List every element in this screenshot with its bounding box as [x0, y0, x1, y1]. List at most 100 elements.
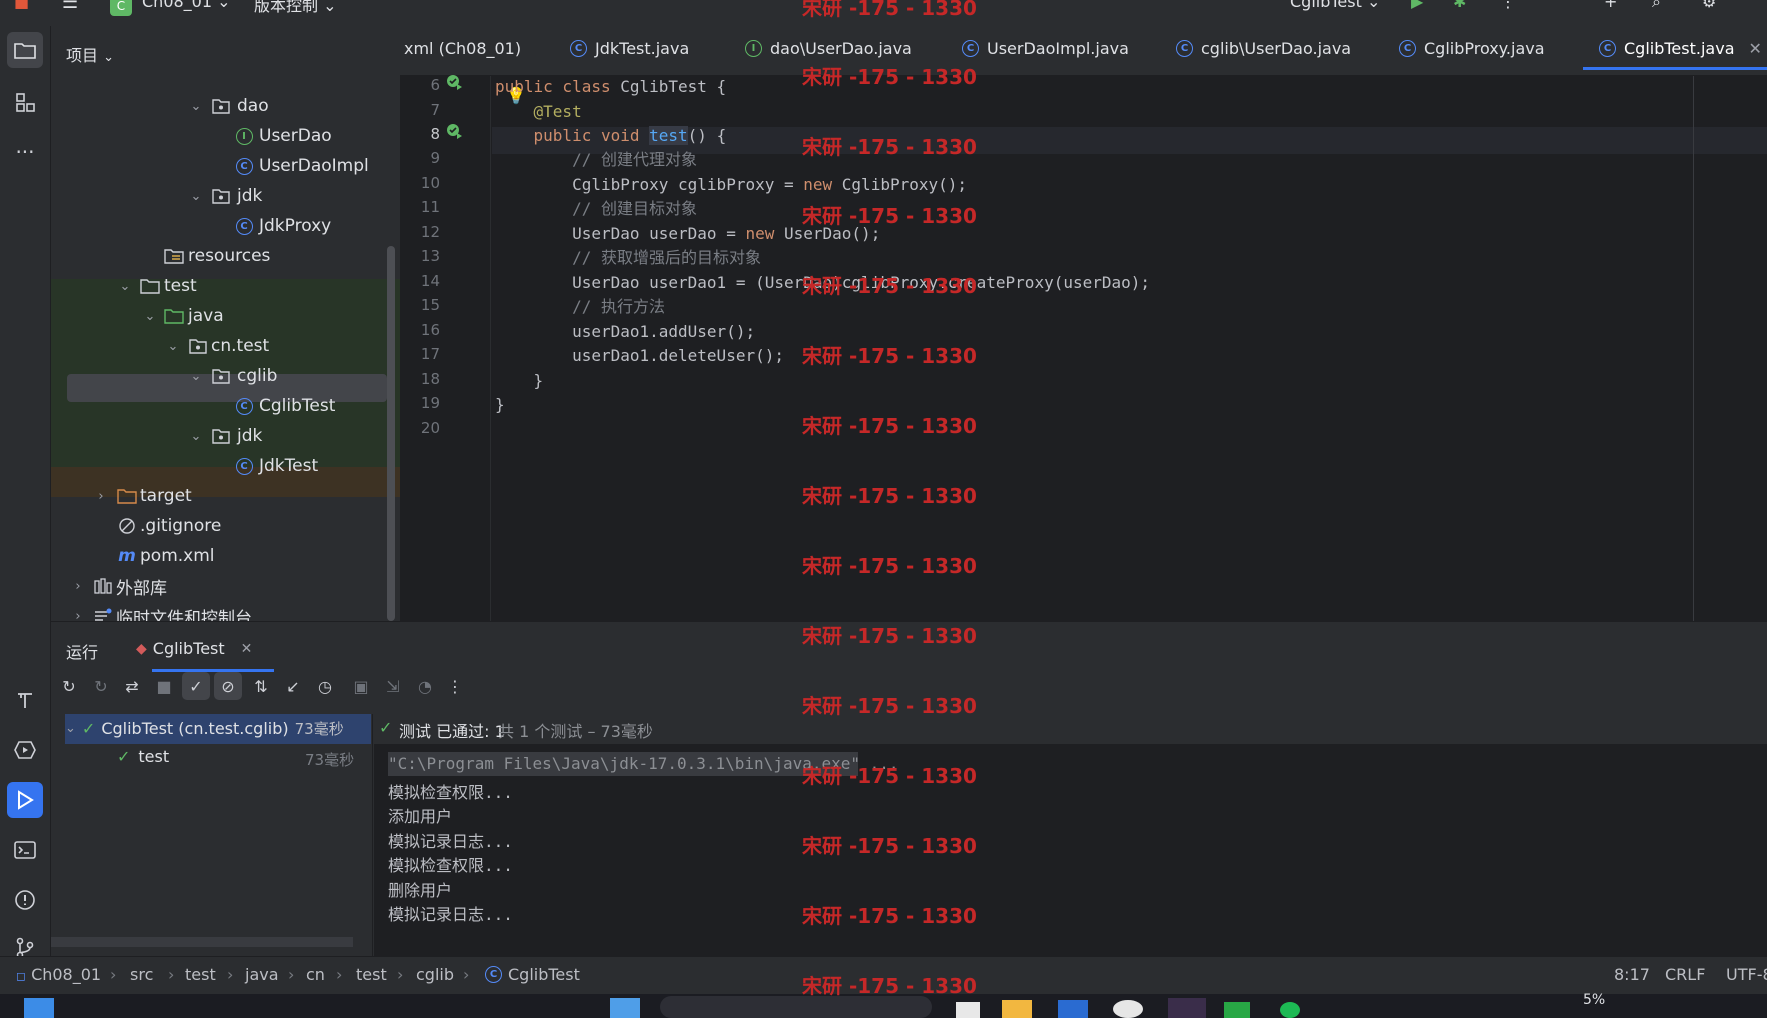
build-icon[interactable] [7, 682, 43, 718]
tree-item-userdao[interactable]: I UserDao [51, 121, 400, 151]
project-panel-header[interactable]: 项目 ⌄ [66, 42, 114, 66]
coverage-icon[interactable]: ◔ [411, 672, 439, 700]
rerun-icon[interactable]: ↻ [55, 672, 83, 700]
tree-item-java[interactable]: ⌄ java [51, 301, 400, 331]
code-line: userDao1.addUser(); [495, 322, 756, 341]
breadcrumb-cn[interactable]: cn [306, 965, 325, 984]
tree-item-cglib[interactable]: ⌄ cglib [51, 361, 400, 391]
word-icon[interactable] [1058, 1000, 1088, 1018]
tree-item-cglibtest[interactable]: C CglibTest [51, 391, 400, 421]
test-config-icon: ◆ [136, 640, 147, 657]
breadcrumb-cglib[interactable]: cglib [416, 965, 454, 984]
package-icon [211, 426, 231, 446]
run-config-tab[interactable]: ◆ CglibTest ✕ [136, 639, 252, 658]
vcs-menu[interactable]: 版本控制 ⌄ [254, 0, 337, 16]
tab-cglib-userdao[interactable]: Ccglib\UserDao.java [1176, 39, 1351, 58]
more-tools-icon[interactable]: ··· [7, 134, 43, 170]
breadcrumb-src[interactable]: src [130, 965, 153, 984]
tree-item-jdk-test[interactable]: ⌄ jdk [51, 421, 400, 451]
terminal-icon[interactable] [7, 832, 43, 868]
tree-item-gitignore[interactable]: .gitignore [51, 511, 400, 541]
more-options-icon[interactable]: ⋮ [441, 672, 469, 700]
file-encoding[interactable]: UTF-8 [1726, 965, 1767, 984]
show-ignored-icon[interactable]: ⊘ [214, 672, 242, 700]
run-icon[interactable]: ▶ [1411, 0, 1423, 11]
tree-item-userdaoimpl[interactable]: C UserDaoImpl [51, 151, 400, 181]
editor-tabs: xml (Ch08_01) C JdkTest.java Idao\UserDao… [400, 26, 1767, 76]
close-tab-icon[interactable]: ✕ [1749, 39, 1762, 58]
tab-dao-userdao[interactable]: Idao\UserDao.java [745, 39, 912, 58]
stop-icon[interactable]: ■ [150, 672, 178, 700]
rerun-failed-icon[interactable]: ↻ [87, 672, 115, 700]
history-icon[interactable]: ◷ [311, 672, 339, 700]
green-app-icon[interactable] [1224, 1002, 1250, 1018]
tree-item-resources[interactable]: resources [51, 241, 400, 271]
settings-icon[interactable]: ⚙ [1702, 0, 1716, 11]
tree-item-cn-test[interactable]: ⌄ cn.test [51, 331, 400, 361]
line-number: 6 [430, 76, 440, 94]
tree-item-target[interactable]: › target [51, 481, 400, 511]
project-scrollbar[interactable] [387, 246, 395, 621]
console-line: 模拟检查权限... [388, 856, 513, 875]
chat-icon[interactable] [1280, 1002, 1300, 1018]
explorer-icon[interactable] [1002, 1000, 1032, 1018]
class-icon: C [570, 40, 587, 57]
run-config-selector[interactable]: CglibTest ⌄ [1290, 0, 1380, 11]
show-passed-icon[interactable]: ✓ [182, 672, 210, 700]
tab-userdaoimpl[interactable]: C UserDaoImpl.java [962, 39, 1129, 58]
breadcrumb-class[interactable]: C CglibTest [485, 965, 580, 984]
taskview-icon[interactable] [610, 998, 640, 1018]
problems-icon[interactable] [7, 882, 43, 918]
tab-cglibproxy[interactable]: C CglibProxy.java [1399, 39, 1545, 58]
tree-item-dao[interactable]: ⌄ dao [51, 91, 400, 121]
run-toolbar: ↻ ↻ ⇄ ■ ✓ ⊘ ⇅ ↙ ◷ ▣ ⇲ ◔ ⋮ [51, 672, 1767, 714]
code-editor[interactable]: 6 7 8 9 10 11 12 13 14 15 16 17 18 19 20… [400, 73, 1767, 621]
caret-position[interactable]: 8:17 [1614, 965, 1650, 984]
run-tool-icon[interactable] [7, 782, 43, 818]
main-menu-icon[interactable]: ☰ [62, 0, 78, 13]
breadcrumb-project[interactable]: ◻ Ch08_01 [16, 965, 101, 984]
tab-jdktest[interactable]: C JdkTest.java [570, 39, 689, 58]
tree-item-jdkproxy[interactable]: C JdkProxy [51, 211, 400, 241]
intellij-icon[interactable] [1168, 998, 1206, 1018]
run-test-method-icon[interactable] [445, 122, 463, 144]
structure-icon[interactable] [7, 84, 43, 120]
collapse-icon[interactable]: ↙ [279, 672, 307, 700]
project-selector[interactable]: Ch08_01 ⌄ [142, 0, 231, 11]
console-output[interactable]: ✓ 测试 已通过: 1 共 1 个测试 – 73毫秒 "C:\Program F… [374, 714, 1767, 957]
tree-item-jdk[interactable]: ⌄ jdk [51, 181, 400, 211]
app-icon[interactable] [1113, 1000, 1143, 1018]
breadcrumb-java[interactable]: java [245, 965, 279, 984]
run-test-class-icon[interactable] [445, 73, 463, 95]
breadcrumb-test-pkg[interactable]: test [356, 965, 387, 984]
search-icon[interactable]: ⌕ [1652, 0, 1661, 12]
project-tool-icon[interactable] [7, 32, 43, 68]
sort-icon[interactable]: ⇅ [247, 672, 275, 700]
services-icon[interactable] [7, 732, 43, 768]
toggle-auto-test-icon[interactable]: ⇄ [118, 672, 146, 700]
start-icon[interactable] [24, 998, 54, 1018]
tab-pom-xml[interactable]: xml (Ch08_01) [404, 39, 521, 58]
search-box[interactable] [660, 996, 932, 1018]
debug-icon[interactable]: ✱ [1453, 0, 1466, 11]
export-icon[interactable]: ▣ [347, 672, 375, 700]
import-icon[interactable]: ⇲ [379, 672, 407, 700]
tree-scrollbar[interactable] [51, 937, 353, 947]
tree-item-external-libraries[interactable]: › 外部库 [51, 571, 400, 601]
tree-item-pom[interactable]: m pom.xml [51, 541, 400, 571]
class-icon: C [235, 217, 253, 235]
close-run-tab-icon[interactable]: ✕ [241, 641, 253, 657]
add-user-icon[interactable]: + [1604, 0, 1617, 11]
more-icon[interactable]: ⋮ [1500, 0, 1516, 11]
test-method-row[interactable]: ✓ test [117, 747, 169, 766]
line-number: 7 [430, 101, 440, 119]
breadcrumb-test[interactable]: test [185, 965, 216, 984]
tab-cglibtest[interactable]: C CglibTest.java ✕ [1583, 39, 1767, 70]
test-suite-row[interactable]: ⌄ ✓ CglibTest (cn.test.cglib) 73毫秒 [65, 718, 371, 739]
tree-item-jdktest[interactable]: C JdkTest [51, 451, 400, 481]
tree-item-test[interactable]: ⌄ test [51, 271, 400, 301]
line-ending[interactable]: CRLF [1665, 965, 1705, 984]
folder-icon [140, 276, 160, 296]
console-line: 模拟记录日志... [388, 905, 513, 924]
notepad-icon[interactable] [956, 1002, 980, 1018]
